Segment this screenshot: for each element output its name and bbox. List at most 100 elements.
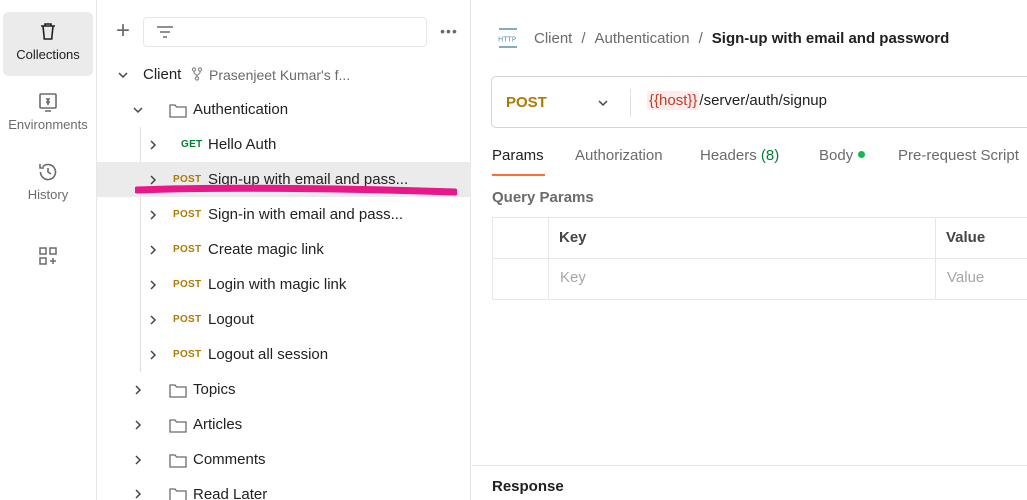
folder-icon <box>169 418 187 433</box>
query-params-table: Key Value Key Value <box>492 217 1027 300</box>
rail-history[interactable]: History <box>3 152 93 216</box>
environment-icon <box>39 93 57 112</box>
breadcrumb-item[interactable]: Client <box>534 30 572 47</box>
chevron-right-icon[interactable] <box>146 348 160 362</box>
tab-prerequest-script[interactable]: Pre-request Script <box>898 147 1019 164</box>
response-label[interactable]: Response <box>492 478 564 495</box>
response-panel: Response <box>472 465 1027 500</box>
request-row[interactable]: POST Sign-in with email and pass... <box>97 197 471 232</box>
table-header-key: Key <box>549 218 936 259</box>
trash-bin-icon <box>41 23 55 40</box>
tab-params[interactable]: Params <box>492 147 544 164</box>
left-rail: Collections Environments History <box>0 0 97 500</box>
method-badge: POST <box>173 349 202 360</box>
rail-collections-label: Collections <box>16 47 80 62</box>
chevron-right-icon[interactable] <box>146 313 160 327</box>
rail-environments-label: Environments <box>8 117 88 132</box>
folder-row-authentication[interactable]: Authentication <box>97 92 471 127</box>
chevron-right-icon[interactable] <box>131 487 145 500</box>
chevron-down-icon[interactable] <box>596 96 610 110</box>
folder-label: Authentication <box>193 101 289 118</box>
table-header-cell <box>493 218 549 259</box>
request-name: Logout <box>208 311 254 328</box>
more-options-button[interactable]: ••• <box>437 20 461 44</box>
rail-configure-workbench[interactable] <box>3 236 93 276</box>
http-request-icon: HTTP <box>498 28 517 48</box>
history-icon <box>39 163 57 181</box>
folder-row-comments[interactable]: Comments <box>97 442 471 477</box>
request-row[interactable]: POST Create magic link <box>97 232 471 267</box>
divider <box>630 89 631 117</box>
request-name: Sign-in with email and pass... <box>208 206 404 223</box>
add-widget-icon <box>39 247 57 265</box>
rail-collections[interactable]: Collections <box>3 12 93 76</box>
body-indicator-dot <box>858 151 866 158</box>
tab-headers-label: Headers <box>700 147 757 164</box>
folder-icon <box>169 488 187 500</box>
method-badge: GET <box>181 139 203 150</box>
fork-owner-label: Prasenjeet Kumar's f... <box>209 67 351 83</box>
folder-row-read-later[interactable]: Read Later <box>97 477 471 500</box>
url-input[interactable]: {{host}}/server/auth/signup <box>647 91 827 110</box>
request-row[interactable]: GET Hello Auth <box>97 127 471 162</box>
collection-row-client[interactable]: Client Prasenjeet Kumar's f... <box>97 57 471 92</box>
chevron-right-icon[interactable] <box>131 453 145 467</box>
folder-label: Topics <box>193 381 236 398</box>
chevron-right-icon[interactable] <box>146 208 160 222</box>
chevron-right-icon[interactable] <box>146 243 160 257</box>
url-variable: {{host}} <box>647 91 700 110</box>
filter-icon <box>157 26 173 38</box>
method-select[interactable]: POST <box>506 94 547 111</box>
request-row[interactable]: POST Login with magic link <box>97 267 471 302</box>
method-badge: POST <box>173 244 202 255</box>
tab-headers[interactable]: Headers (8) <box>700 147 779 164</box>
folder-icon <box>169 383 187 398</box>
request-title[interactable]: Sign-up with email and password <box>712 30 950 47</box>
folder-label: Read Later <box>193 486 268 500</box>
folder-icon <box>169 103 187 118</box>
highlight-annotation <box>135 184 457 196</box>
breadcrumb-separator: / <box>698 29 703 47</box>
svg-text:HTTP: HTTP <box>498 36 516 44</box>
request-row[interactable]: POST Logout all session <box>97 337 471 372</box>
tab-body-label: Body <box>819 147 854 164</box>
table-header-value: Value <box>936 218 1027 259</box>
chevron-right-icon[interactable] <box>146 278 160 292</box>
value-input[interactable]: Value <box>936 259 1027 299</box>
url-bar: POST {{host}}/server/auth/signup <box>491 76 1027 128</box>
fork-icon <box>191 67 203 81</box>
method-badge: POST <box>173 279 202 290</box>
folder-row-articles[interactable]: Articles <box>97 407 471 442</box>
method-badge: POST <box>173 209 202 220</box>
chevron-down-icon[interactable] <box>116 68 130 82</box>
chevron-right-icon[interactable] <box>131 383 145 397</box>
request-name: Login with magic link <box>208 276 347 293</box>
collections-sidebar: + ••• Client Prasenjeet Kumar's f... Aut… <box>97 0 471 500</box>
request-name: Logout all session <box>208 346 329 363</box>
collection-name: Client <box>143 66 182 83</box>
sidebar-toolbar: + ••• <box>97 0 471 62</box>
request-name: Create magic link <box>208 241 324 258</box>
request-row[interactable]: POST Logout <box>97 302 471 337</box>
folder-label: Articles <box>193 416 243 433</box>
folder-label: Comments <box>193 451 266 468</box>
url-path: /server/auth/signup <box>699 92 827 109</box>
table-row-handle <box>493 259 549 299</box>
breadcrumb-item[interactable]: Authentication <box>595 30 690 47</box>
active-tab-underline <box>492 174 545 176</box>
folder-row-topics[interactable]: Topics <box>97 372 471 407</box>
breadcrumb: HTTP Client / Authentication / Sign-up w… <box>496 26 949 50</box>
chevron-right-icon[interactable] <box>131 418 145 432</box>
tab-authorization[interactable]: Authorization <box>575 147 663 164</box>
headers-count: (8) <box>760 147 780 164</box>
new-collection-button[interactable]: + <box>111 19 135 44</box>
query-params-label: Query Params <box>492 189 594 206</box>
tab-body[interactable]: Body <box>819 147 866 164</box>
filter-input[interactable] <box>143 17 427 47</box>
chevron-down-icon[interactable] <box>131 103 145 117</box>
key-input[interactable]: Key <box>549 259 936 299</box>
method-badge: POST <box>173 314 202 325</box>
rail-environments[interactable]: Environments <box>3 82 93 146</box>
chevron-right-icon[interactable] <box>146 138 160 152</box>
breadcrumb-separator: / <box>581 29 586 47</box>
